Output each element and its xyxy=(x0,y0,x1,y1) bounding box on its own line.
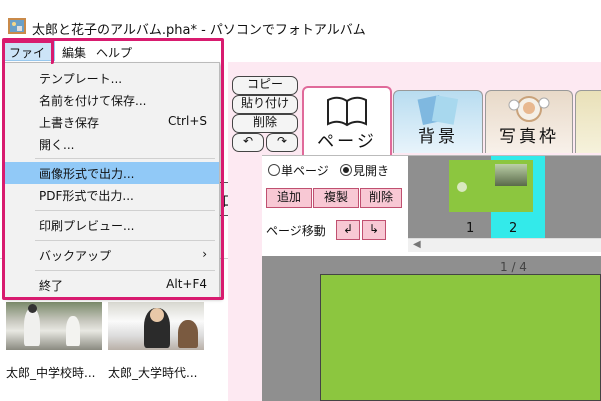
app-icon xyxy=(8,18,26,34)
page-strip-scrollbar[interactable] xyxy=(408,238,601,252)
tab-photo-frame[interactable]: 写真枠 xyxy=(485,90,573,153)
page-thumbnail-1[interactable] xyxy=(449,160,491,212)
delete-button[interactable]: 削除 xyxy=(232,114,298,133)
page-number: 2 xyxy=(509,221,518,236)
page-move-label: ページ移動 xyxy=(266,224,326,238)
thumbnail-caption: 太郎_大学時代... xyxy=(108,366,198,380)
window-title: 太郎と花子のアルバム.pha* - パソコンでフォトアルバム xyxy=(32,23,366,38)
photo-thumbnail[interactable] xyxy=(108,302,204,350)
scroll-left-icon[interactable]: ◀ xyxy=(413,239,421,250)
photo-thumbnail[interactable] xyxy=(6,302,102,350)
paste-button[interactable]: 貼り付け xyxy=(232,95,298,114)
add-page-button[interactable]: 追加 xyxy=(266,188,312,208)
tab-page-label: ページ xyxy=(317,132,377,152)
duplicate-page-button[interactable]: 複製 xyxy=(313,188,359,208)
book-icon xyxy=(327,96,367,127)
tab-background[interactable]: 背景 xyxy=(393,90,483,153)
move-page-left-button[interactable]: ↲ xyxy=(336,220,360,240)
photo-frame-icon xyxy=(508,96,550,122)
background-icon xyxy=(417,95,459,125)
single-page-radio[interactable] xyxy=(268,164,280,176)
page-number: 1 xyxy=(466,221,475,236)
tab-background-label: 背景 xyxy=(418,127,458,147)
tab-photo-frame-label: 写真枠 xyxy=(499,127,559,147)
page-thumbnail-2[interactable] xyxy=(491,160,533,212)
thumbnail-caption: 太郎_中学校時... xyxy=(6,366,96,380)
spread-radio[interactable] xyxy=(340,164,352,176)
delete-page-button[interactable]: 削除 xyxy=(360,188,402,208)
redo-button[interactable]: ↷ xyxy=(266,133,298,152)
single-page-label: 単ページ xyxy=(281,164,329,178)
canvas-page[interactable] xyxy=(320,274,601,401)
tab-more[interactable] xyxy=(575,90,601,153)
copy-button[interactable]: コピー xyxy=(232,76,298,95)
page-counter: 1 / 4 xyxy=(500,260,527,274)
spread-label: 見開き xyxy=(353,164,390,178)
highlight-annotation xyxy=(2,38,224,300)
undo-button[interactable]: ↶ xyxy=(232,133,264,152)
move-page-right-button[interactable]: ↳ xyxy=(362,220,386,240)
highlight-annotation-menu xyxy=(2,40,54,64)
